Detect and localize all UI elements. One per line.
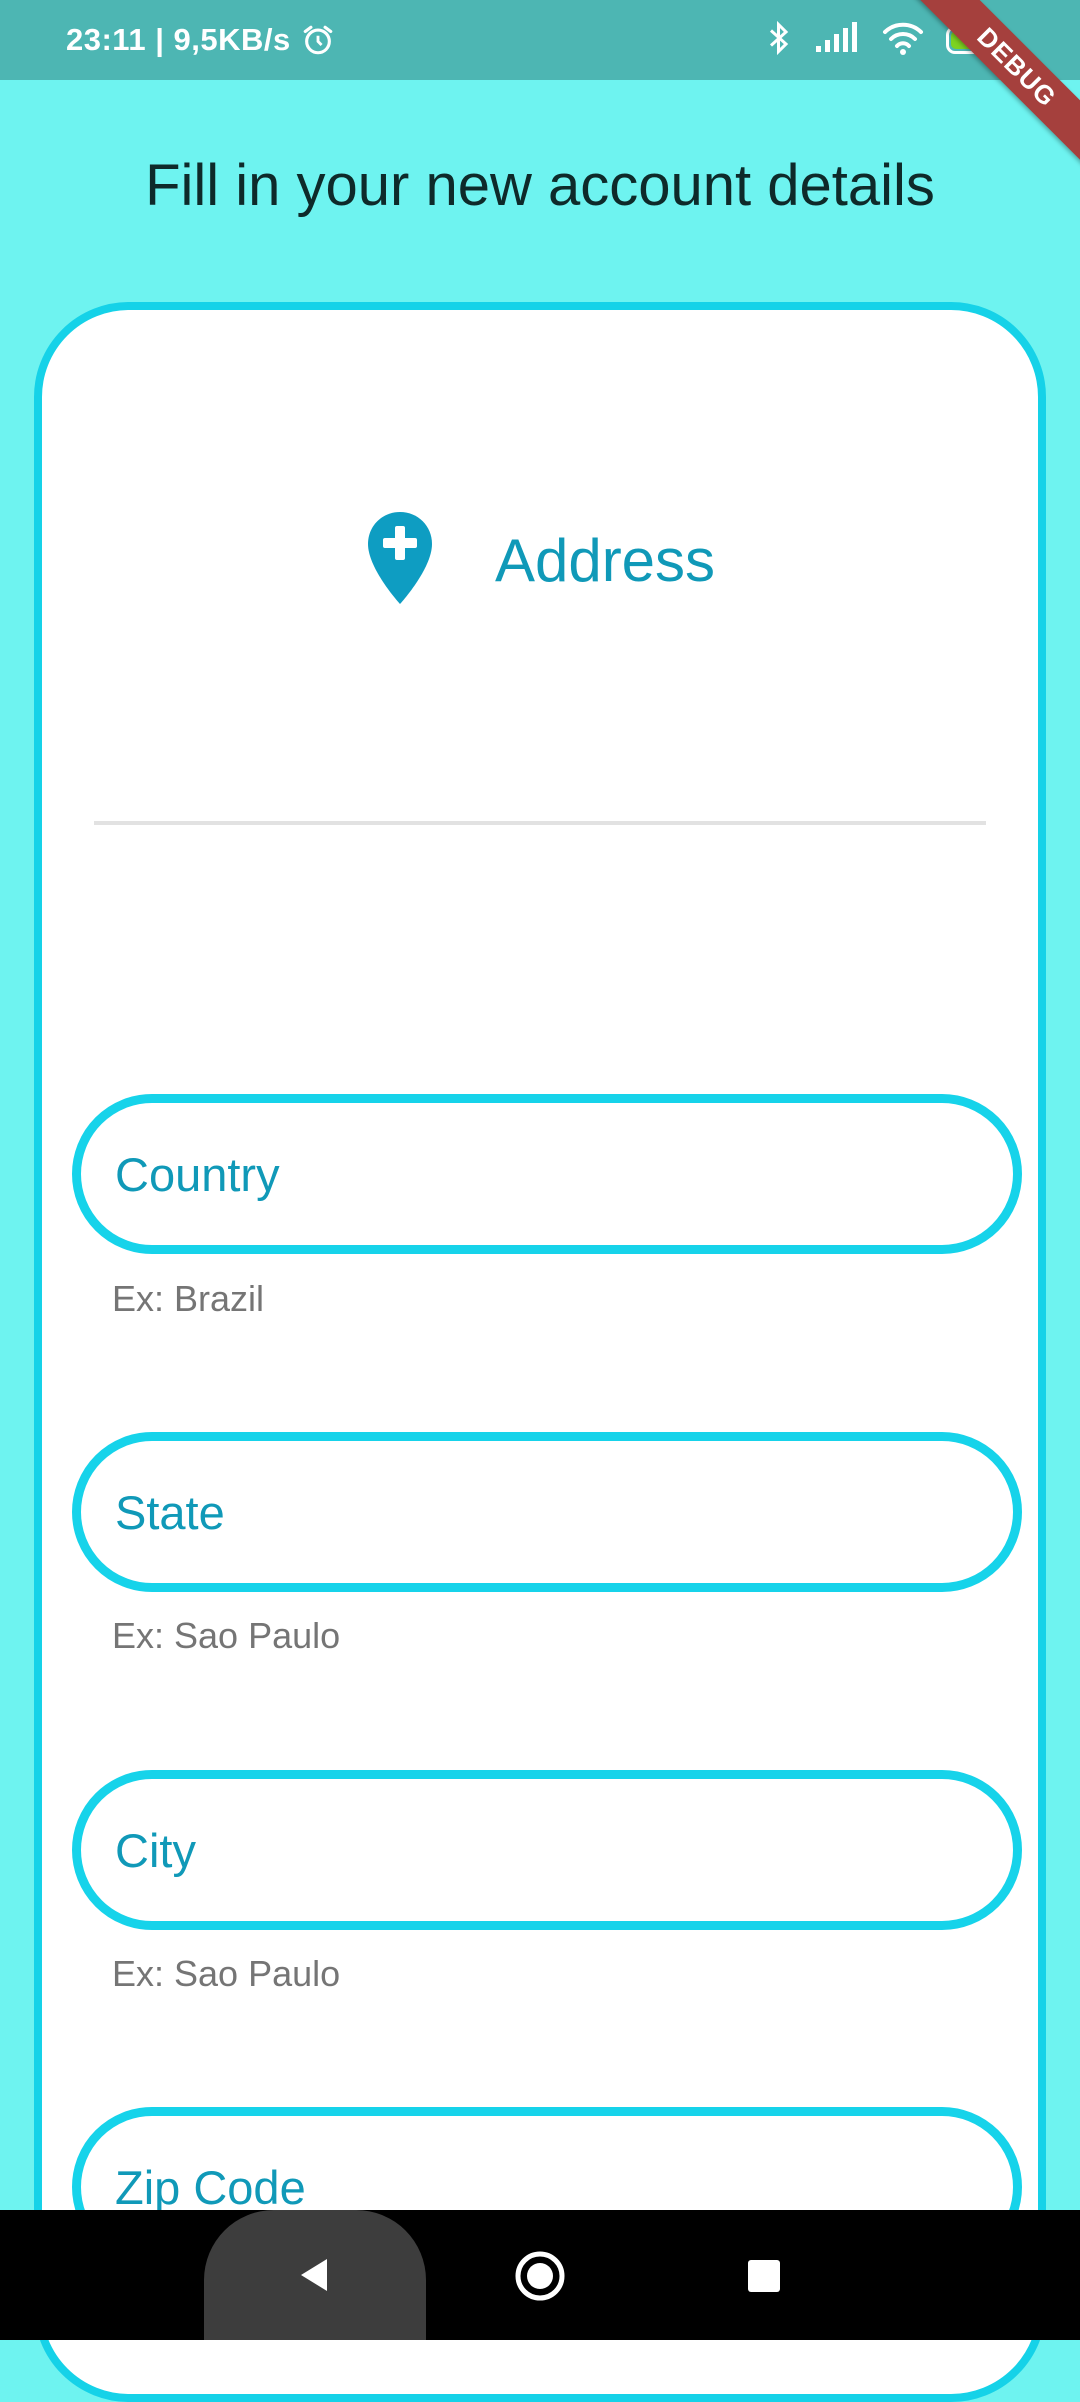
city-field-label: City [115,1823,196,1877]
home-icon [515,2251,565,2301]
status-bar: 23:11 | 9,5KB/s [0,0,1080,80]
status-left: 23:11 | 9,5KB/s [66,0,335,80]
back-button[interactable] [204,2210,426,2340]
add-location-icon [365,510,435,611]
state-hint: Ex: Sao Paulo [112,1615,341,1656]
address-header: Address [42,510,1038,611]
city-field[interactable]: City [72,1770,1022,1930]
status-time-speed: 23:11 | 9,5KB/s [66,22,291,57]
signal-icon [814,21,860,59]
divider [94,821,986,825]
page-title: Fill in your new account details [145,153,935,218]
recents-button[interactable] [746,2258,782,2294]
navigation-bar [0,2210,1080,2340]
section-title: Address [494,527,716,594]
country-field-label: Country [115,1147,280,1201]
wifi-icon [882,21,924,60]
country-hint: Ex: Brazil [112,1278,265,1319]
city-hint: Ex: Sao Paulo [112,1953,341,1994]
bluetooth-icon [768,20,792,61]
recents-icon [748,2260,780,2292]
state-field-label: State [115,1485,225,1539]
state-field[interactable]: State [72,1432,1022,1592]
zip-code-field-label: Zip Code [115,2160,306,2214]
home-button[interactable] [514,2250,566,2302]
alarm-icon [301,23,335,57]
address-card: Address Country Ex: Brazil State Ex: Sao… [34,302,1046,2402]
back-icon [301,2259,327,2291]
country-field[interactable]: Country [72,1094,1022,1254]
